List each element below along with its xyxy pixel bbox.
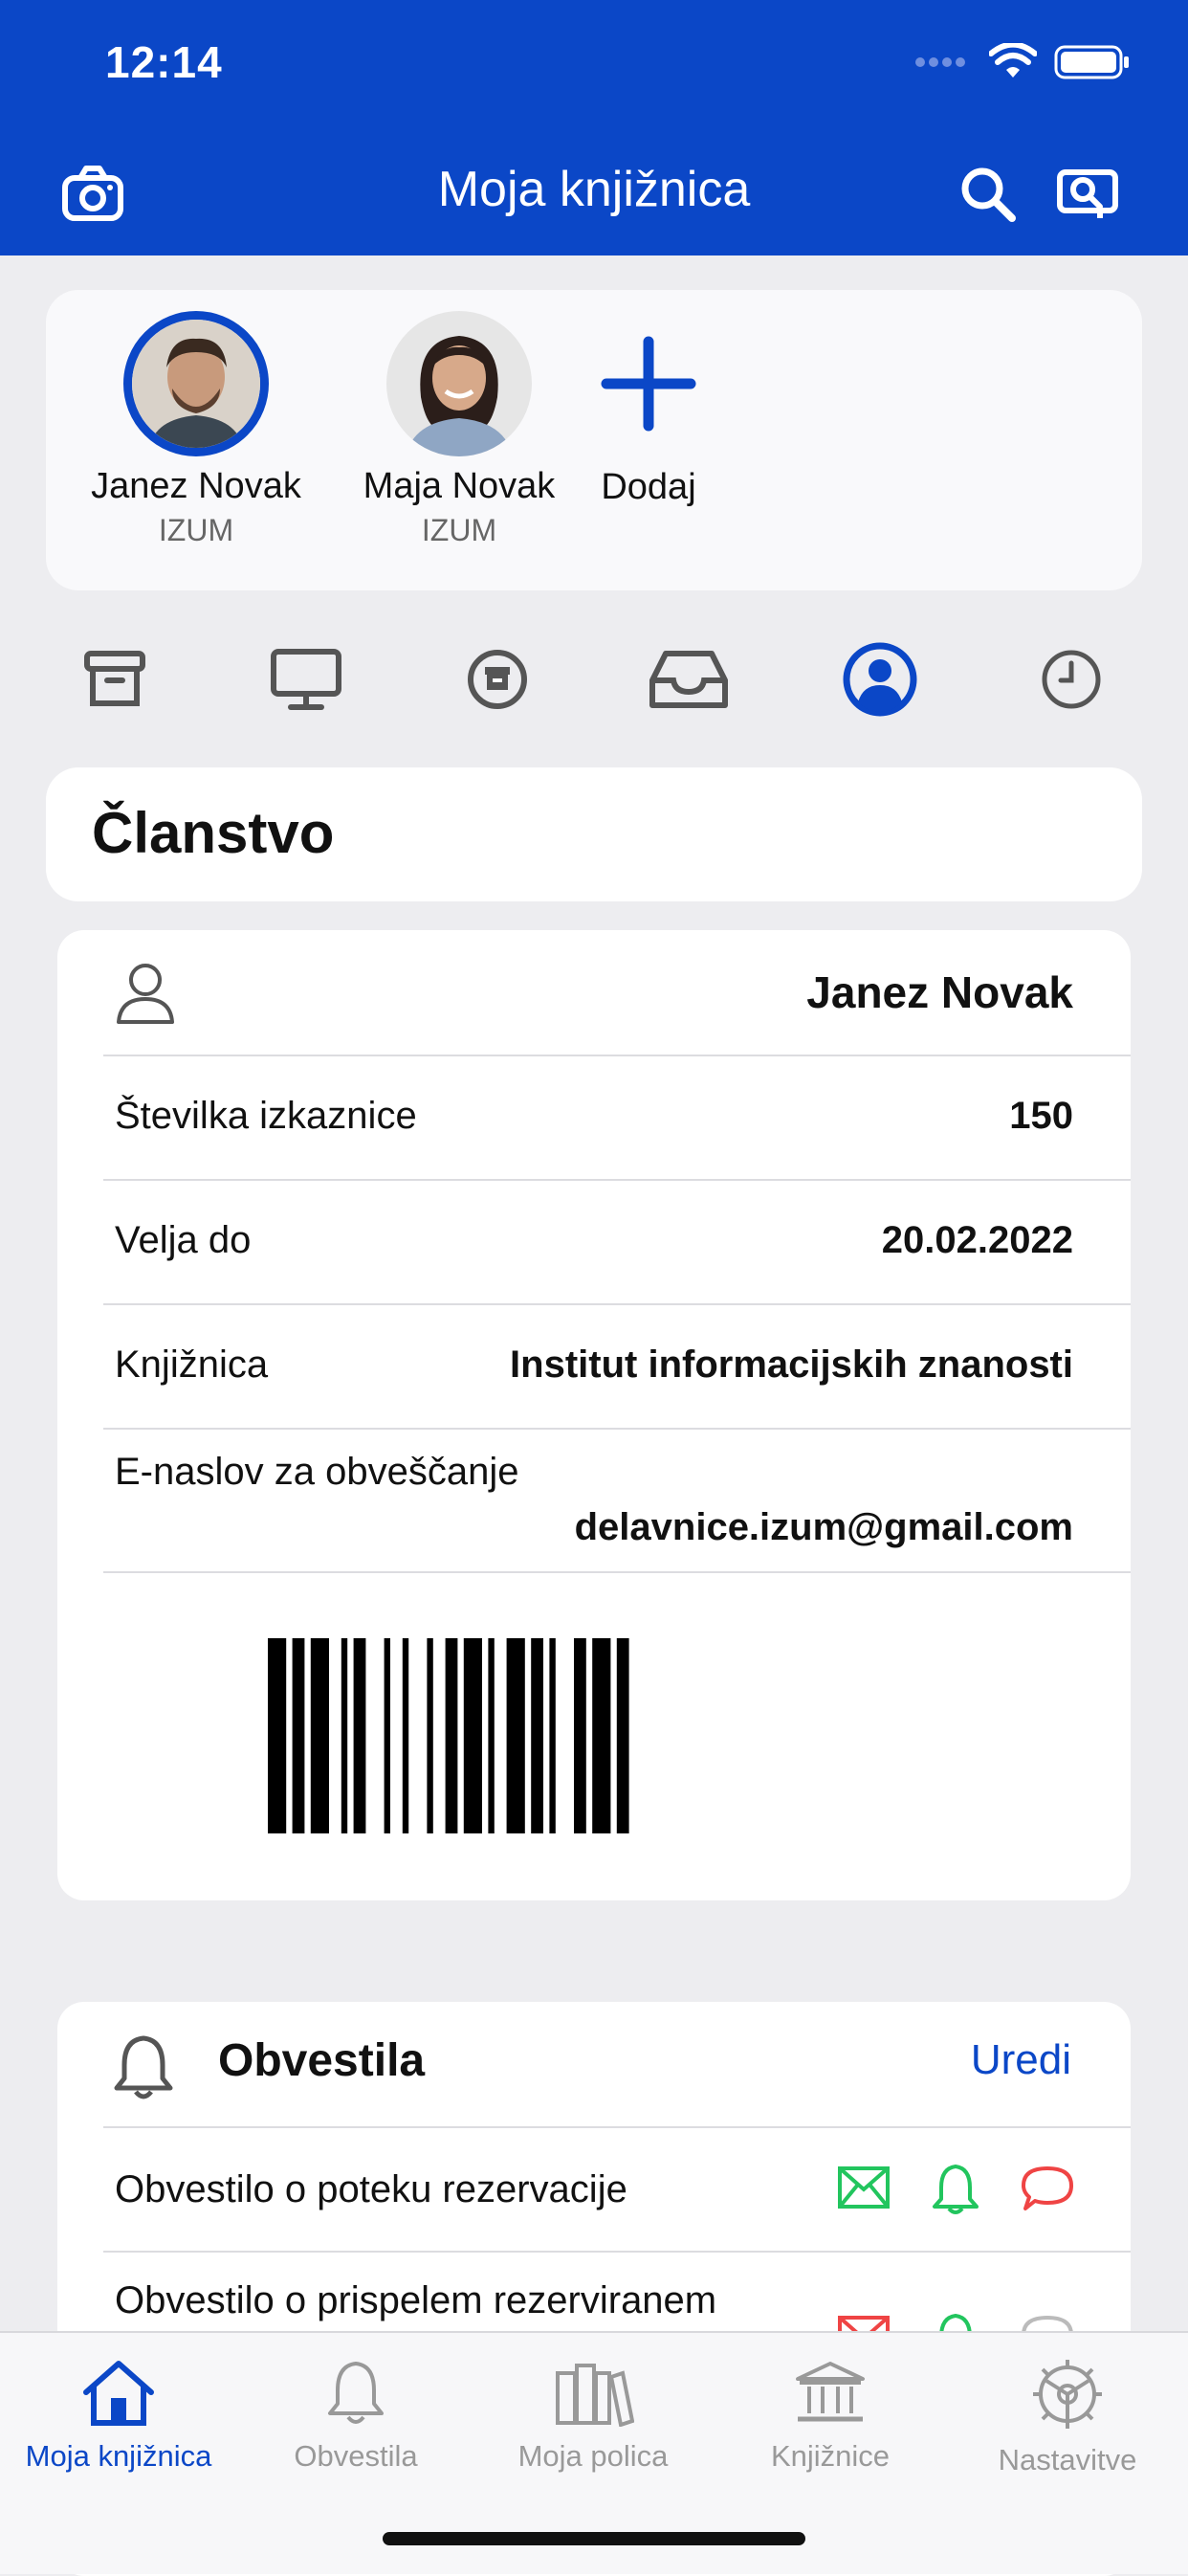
- home-indicator[interactable]: [383, 2532, 805, 2545]
- settings-icon: [1033, 2360, 1102, 2429]
- card-number-row: Številka izkaznice 150: [103, 1055, 1131, 1181]
- email-value: delavnice.izum@gmail.com: [574, 1506, 1073, 1548]
- sms-icon[interactable]: [1020, 2163, 1075, 2214]
- card-number-label: Številka izkaznice: [115, 1095, 417, 1137]
- barcode-bar: [310, 1638, 329, 1833]
- barcode-bar: [531, 1638, 543, 1833]
- member-name-row: Janez Novak: [103, 930, 1131, 1056]
- profile-janez[interactable]: Janez Novak IZUM: [86, 311, 306, 548]
- tab-history[interactable]: [1023, 632, 1119, 727]
- inbox-tray-icon: [649, 651, 728, 708]
- tab-inbox[interactable]: [641, 632, 737, 727]
- tab-label: Knjižnice: [770, 2439, 891, 2473]
- bell-icon[interactable]: [930, 2163, 981, 2216]
- wifi-icon: [989, 43, 1037, 78]
- barcode-bar: [445, 1638, 458, 1833]
- tab-online[interactable]: [258, 632, 354, 727]
- tab-label: Moja knjižnica: [25, 2439, 212, 2473]
- barcode-bar: [268, 1638, 287, 1833]
- barcode-bar: [402, 1638, 409, 1833]
- member-name: Janez Novak: [806, 967, 1073, 1017]
- plus-icon: [601, 336, 696, 432]
- monitor-icon: [271, 649, 341, 710]
- email-row: E-naslov za obveščanje delavnice.izum@gm…: [103, 1428, 1131, 1573]
- barcode-bar: [353, 1638, 366, 1833]
- tab-obvestila[interactable]: Obvestila: [237, 2358, 474, 2474]
- library-building-icon: [796, 2362, 865, 2422]
- membership-card: Janez Novak Številka izkaznice 150 Velja…: [57, 930, 1131, 1900]
- tab-nastavitve[interactable]: Nastavitve: [949, 2358, 1186, 2477]
- valid-until-value: 20.02.2022: [881, 1219, 1073, 1261]
- clock-icon: [1042, 650, 1101, 709]
- notification-label: Obvestilo o prispelem rezerviranem: [115, 2279, 717, 2321]
- section-title: Članstvo: [92, 801, 335, 865]
- avatar[interactable]: [386, 311, 532, 456]
- status-icons: [914, 43, 1131, 81]
- books-icon: [556, 2364, 635, 2428]
- profiles-card: Janez Novak IZUM Maja Novak IZUM Dodaj: [46, 290, 1142, 590]
- barcode-bar: [616, 1638, 629, 1833]
- tab-label: Obvestila: [294, 2439, 418, 2473]
- add-label: Dodaj: [601, 467, 696, 507]
- profile-maja[interactable]: Maja Novak IZUM: [349, 311, 569, 548]
- barcode-bar: [292, 1638, 305, 1833]
- notification-row[interactable]: Obvestilo o poteku rezervacije: [103, 2126, 1131, 2253]
- profile-name: Maja Novak: [363, 466, 556, 506]
- notifications-title: Obvestila: [218, 2035, 426, 2086]
- status-time: 12:14: [105, 37, 223, 87]
- notification-label: Obvestilo o poteku rezervacije: [115, 2168, 627, 2210]
- valid-until-row: Velja do 20.02.2022: [103, 1179, 1131, 1305]
- bell-icon: [328, 2362, 384, 2424]
- barcode-bar: [341, 1638, 348, 1833]
- user-circle-icon: [843, 642, 917, 717]
- barcode-bar: [463, 1638, 482, 1833]
- tab-moja-polica[interactable]: Moja polica: [474, 2358, 712, 2474]
- barcode-bar: [384, 1638, 390, 1833]
- profile-org: IZUM: [158, 513, 234, 547]
- top-bar: 12:14 Moja knjižnica: [0, 0, 1188, 255]
- card-number-value: 150: [1009, 1095, 1073, 1137]
- catalog-search-icon[interactable]: [1054, 161, 1121, 228]
- section-header: Članstvo: [46, 767, 1142, 901]
- barcode-bar: [427, 1638, 433, 1833]
- add-profile-button[interactable]: Dodaj: [572, 311, 725, 508]
- barcode-bar: [506, 1638, 525, 1833]
- signal-icon: [915, 57, 965, 67]
- battery-icon: [1054, 45, 1129, 79]
- tab-knjiznice[interactable]: Knjižnice: [712, 2358, 949, 2474]
- library-value: Institut informacijskih znanosti: [510, 1344, 1073, 1386]
- barcode-bar: [549, 1638, 556, 1833]
- archive-box-icon: [84, 651, 145, 706]
- user-icon: [117, 964, 174, 1024]
- tab-label: Moja polica: [517, 2439, 669, 2473]
- bell-icon: [114, 2035, 173, 2099]
- avatar[interactable]: [123, 311, 269, 456]
- tab-archive[interactable]: [67, 632, 163, 727]
- barcode-bar: [592, 1638, 611, 1833]
- profile-name: Janez Novak: [91, 466, 301, 506]
- library-label: Knjižnica: [115, 1344, 269, 1386]
- barcode: [268, 1638, 629, 1833]
- search-icon[interactable]: [955, 161, 1022, 228]
- email-label: E-naslov za obveščanje: [115, 1451, 519, 1493]
- person-photo-icon: [386, 311, 532, 456]
- tab-label: Nastavitve: [998, 2443, 1137, 2476]
- tab-moja-knjiznica[interactable]: Moja knjižnica: [0, 2358, 237, 2474]
- tab-membership[interactable]: [832, 632, 928, 727]
- person-photo-icon: [132, 320, 260, 448]
- valid-until-label: Velja do: [115, 1219, 252, 1261]
- barcode-bar: [574, 1638, 586, 1833]
- tab-reservations[interactable]: [450, 632, 545, 727]
- reserve-box-icon: [468, 650, 527, 709]
- email-icon[interactable]: [836, 2163, 891, 2212]
- home-icon: [83, 2361, 154, 2426]
- section-tabs: [46, 632, 1142, 727]
- library-row: Knjižnica Institut informacijskih znanos…: [103, 1303, 1131, 1430]
- edit-button[interactable]: Uredi: [971, 2036, 1071, 2084]
- profile-org: IZUM: [421, 513, 497, 547]
- barcode-bar: [488, 1638, 495, 1833]
